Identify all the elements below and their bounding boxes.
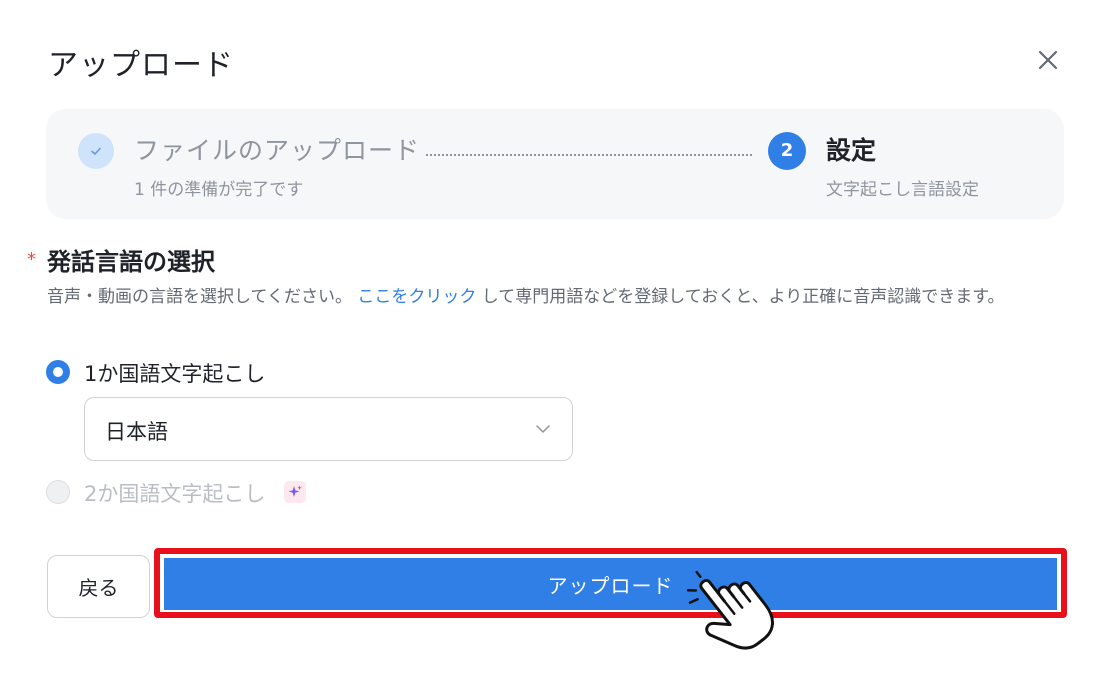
term-register-link[interactable]: ここをクリック bbox=[357, 287, 476, 307]
option-label: 2か国語文字起こし bbox=[84, 482, 266, 506]
ai-sparkle-icon bbox=[284, 481, 306, 503]
radio-unselected[interactable] bbox=[46, 480, 70, 504]
step-connector bbox=[426, 154, 752, 156]
close-icon[interactable] bbox=[1034, 46, 1062, 74]
check-icon bbox=[78, 133, 114, 169]
step1-subtitle: 1 件の準備が完了です bbox=[134, 180, 304, 200]
upload-dialog: アップロード ファイルのアップロード 1 件の準備が完了です 2 設定 文字起こ… bbox=[0, 0, 1113, 684]
step2-subtitle: 文字起こし言語設定 bbox=[826, 180, 979, 200]
back-button[interactable]: 戻る bbox=[47, 555, 150, 618]
select-value: 日本語 bbox=[105, 420, 168, 444]
section-title: 発話言語の選択 bbox=[47, 248, 215, 276]
dialog-title: アップロード bbox=[48, 48, 234, 83]
step2-title: 設定 bbox=[826, 136, 877, 165]
description-text: 音声・動画の言語を選択してください。 bbox=[47, 287, 352, 307]
description-text-after: して専門用語などを登録しておくと、より正確に音声認識できます。 bbox=[481, 287, 1005, 307]
chevron-down-icon bbox=[536, 425, 550, 433]
step2-number: 2 bbox=[768, 132, 806, 170]
section-description: 音声・動画の言語を選択してください。 ここをクリック して専門用語などを登録して… bbox=[47, 282, 1067, 312]
step1-title: ファイルのアップロード bbox=[134, 136, 421, 165]
upload-button[interactable]: アップロード bbox=[164, 558, 1057, 610]
radio-selected[interactable] bbox=[46, 360, 70, 384]
required-mark: * bbox=[27, 249, 36, 270]
language-select[interactable]: 日本語 bbox=[84, 397, 573, 461]
option-label: 1か国語文字起こし bbox=[84, 362, 266, 386]
step-indicator: ファイルのアップロード 1 件の準備が完了です 2 設定 文字起こし言語設定 bbox=[46, 109, 1064, 219]
hand-pointer-icon bbox=[686, 570, 775, 650]
